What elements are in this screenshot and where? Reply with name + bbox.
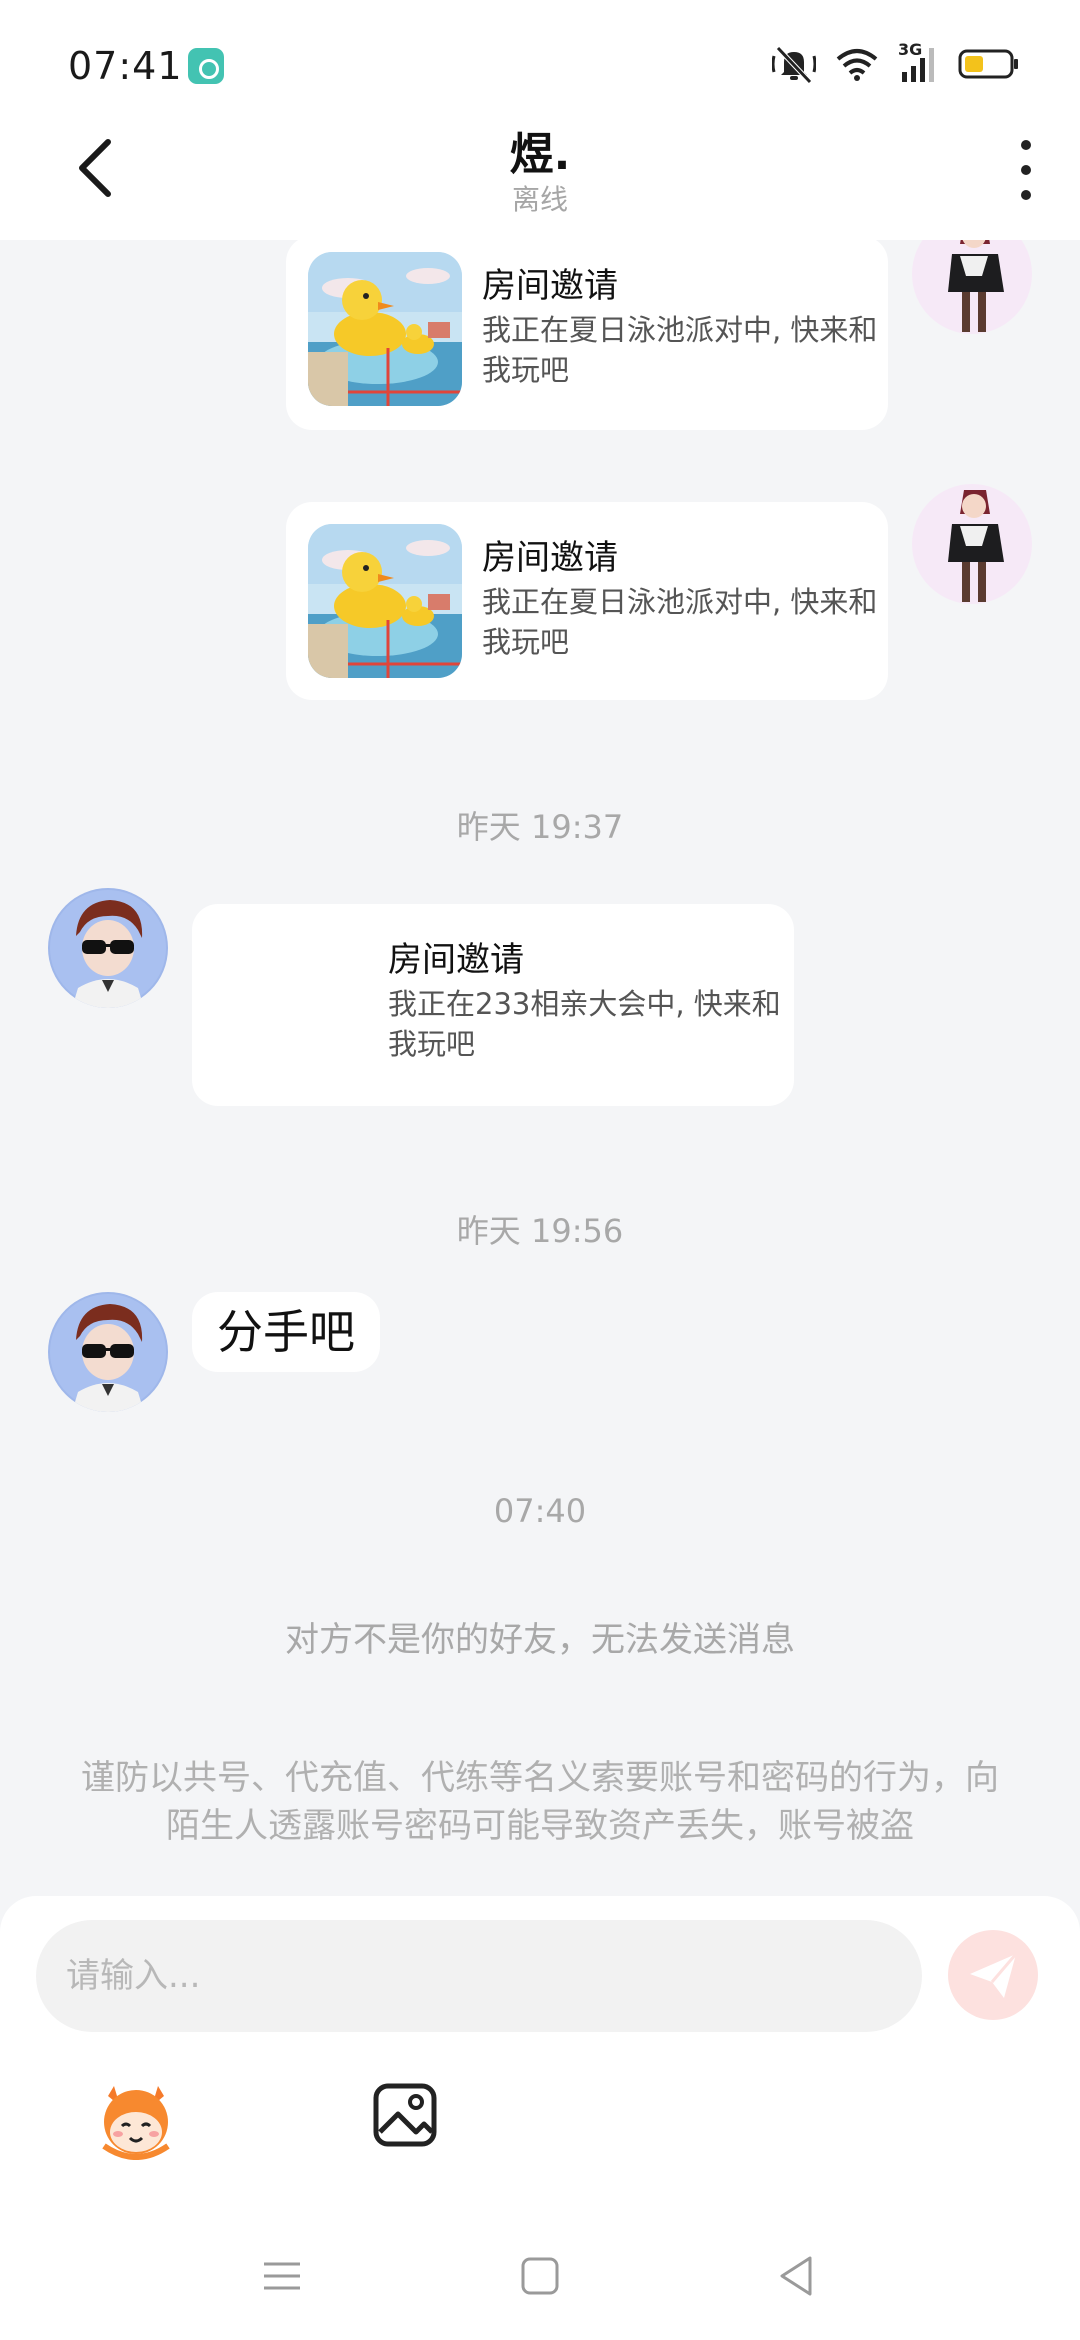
app-notification-icon — [188, 48, 224, 84]
status-time: 07:41 — [68, 44, 183, 88]
status-icons: 3G — [772, 40, 1020, 84]
invite-title: 房间邀请 — [482, 266, 618, 306]
invite-title: 房间邀请 — [388, 940, 524, 980]
send-icon — [970, 1953, 1018, 1998]
pool-party-thumbnail — [308, 252, 462, 406]
timestamp: 昨天 19:56 — [456, 1212, 624, 1250]
system-nav-bar — [0, 2246, 1080, 2340]
battery-icon — [958, 49, 1018, 79]
signal-icon: 3G — [898, 40, 938, 84]
home-icon[interactable] — [510, 2246, 570, 2306]
invite-card[interactable]: 房间邀请 我正在夏日泳池派对中, 快来和我玩吧 — [286, 502, 888, 700]
contact-avatar[interactable] — [48, 1292, 168, 1412]
invite-thumbnail-placeholder — [214, 928, 368, 1082]
emoji-avatar-icon[interactable] — [94, 2076, 178, 2160]
invite-description: 我正在夏日泳池派对中, 快来和我玩吧 — [482, 585, 878, 659]
mute-bell-icon — [772, 46, 816, 84]
invite-description: 我正在233相亲大会中, 快来和我玩吧 — [388, 987, 781, 1061]
invite-card[interactable]: 房间邀请 我正在夏日泳池派对中, 快来和我玩吧 — [286, 236, 888, 430]
online-status: 离线 — [511, 183, 568, 216]
invite-description: 我正在夏日泳池派对中, 快来和我玩吧 — [482, 313, 878, 387]
system-notice: 对方不是你的好友，无法发送消息 — [285, 1620, 795, 1660]
send-button[interactable] — [948, 1930, 1038, 2020]
text-message-bubble[interactable]: 分手吧 — [192, 1292, 380, 1372]
input-panel — [0, 1896, 1080, 2340]
back-icon[interactable] — [766, 2246, 826, 2306]
chat-screen: 房间邀请 我正在夏日泳池派对中, 快来和我玩吧 房间邀请 我正在夏日泳池派对中,… — [0, 0, 1080, 2340]
image-icon[interactable] — [372, 2082, 438, 2148]
timestamp: 07:40 — [493, 1492, 587, 1530]
security-warning: 谨防以共号、代充值、代练等名义索要账号和密码的行为，向陌生人透露账号密码可能导致… — [81, 1758, 999, 1846]
pool-party-thumbnail — [308, 524, 462, 678]
top-bar: 07:41 3G 煜. 离线 — [0, 0, 1080, 240]
invite-title: 房间邀请 — [482, 538, 618, 578]
chat-title: 煜. — [509, 129, 571, 180]
invite-card[interactable]: 房间邀请 我正在233相亲大会中, 快来和我玩吧 — [192, 904, 794, 1106]
message-text: 分手吧 — [217, 1305, 355, 1359]
contact-avatar[interactable] — [48, 888, 168, 1008]
timestamp: 昨天 19:37 — [456, 808, 624, 846]
my-avatar[interactable] — [912, 484, 1032, 604]
message-input[interactable] — [36, 1920, 922, 2032]
wifi-icon — [836, 49, 878, 81]
menu-icon[interactable] — [252, 2246, 312, 2306]
more-vertical-icon[interactable] — [1014, 140, 1038, 200]
